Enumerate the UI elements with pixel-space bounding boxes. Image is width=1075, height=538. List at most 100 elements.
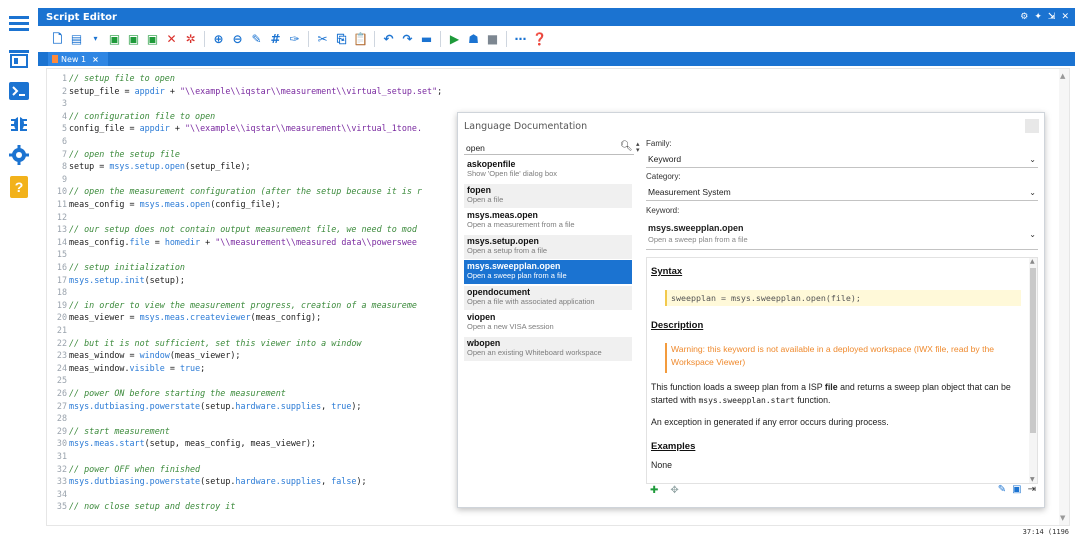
keyword-list-item[interactable]: fopen Open a file [464,183,632,208]
documentation-content: Syntax sweepplan = msys.sweepplan.open(f… [646,257,1038,484]
help-icon[interactable]: ? [8,176,30,198]
code-line[interactable]: 21 [47,325,69,336]
keyword-list-item[interactable]: viopen Open a new VISA session [464,311,632,335]
keyword-list-item[interactable]: msys.setup.open Open a setup from a file [464,234,632,259]
new-file-icon[interactable]: 🗋 [50,32,65,47]
code-line[interactable]: 27 msys.dutbiasing.powerstate(setup.hardw… [47,401,362,412]
code-line[interactable]: 5 config_file = appdir + "\\example\\iqst… [47,123,422,134]
code-line[interactable]: 29// start measurement [47,426,170,437]
add-icon[interactable]: ✚ [650,485,658,496]
explorer-icon[interactable] [8,48,30,70]
run-icon[interactable]: ▶ [447,32,462,47]
code-line[interactable]: 23 meas_window = window(meas_viewer); [47,350,241,361]
code-line[interactable]: 9 [47,174,69,185]
open-file-icon[interactable]: ▤ [69,32,84,47]
dropdown-icon[interactable]: ▾ [88,32,103,47]
code-line[interactable]: 32// power OFF when finished [47,464,200,475]
save-icon[interactable]: ▣ [107,32,122,47]
code-line[interactable]: 30 msys.meas.start(setup, meas_config, me… [47,438,316,449]
code-line[interactable]: 15 [47,249,69,260]
category-select[interactable]: Measurement System ⌄ [646,187,1038,201]
edit-icon[interactable]: ✎ [249,32,264,47]
zoom-out-icon[interactable]: ⊖ [230,32,245,47]
code-line[interactable]: 8 setup = msys.setup.open(setup_file); [47,161,251,172]
keyword-select[interactable]: msys.sweepplan.open Open a sweep plan fr… [646,220,1038,250]
copy-icon[interactable]: ⎘ [334,32,349,47]
window-icon[interactable]: ▬ [419,32,434,47]
scroll-down-icon[interactable]: ▼ [1060,514,1065,522]
code-line[interactable]: 12 [47,212,69,223]
family-select[interactable]: Keyword ⌄ [646,154,1038,168]
code-line[interactable]: 2 setup_file = appdir + "\\example\\iqsta… [47,86,442,97]
keyword-list-item[interactable]: wbopen Open an existing Whiteboard worksp… [464,336,632,361]
doc-scrollbar[interactable]: ▲ ▼ [1029,258,1037,483]
scroll-up-icon[interactable]: ▲ [1030,258,1035,265]
more-icon[interactable]: ⋯ [513,32,528,47]
export-icon[interactable]: ⇥ [1028,484,1036,495]
code-line[interactable]: 7// open the setup file [47,149,180,160]
debug-icon[interactable] [8,112,30,134]
code-line[interactable]: 25 [47,375,69,386]
code-line[interactable]: 17 msys.setup.init(setup); [47,275,185,286]
scroll-down-icon[interactable]: ▼ [1030,476,1035,483]
edit-doc-icon[interactable]: ✎ [998,484,1006,495]
splitter-handle[interactable]: ▴ ▾ [636,141,640,154]
keyword-list-item[interactable]: msys.meas.open Open a measurement from a … [464,209,632,233]
code-line[interactable]: 18 [47,287,69,298]
save-doc-icon[interactable]: ▣ [1012,484,1021,495]
menu-icon[interactable] [8,12,30,34]
uncomment-icon[interactable]: ✑ [287,32,302,47]
code-line[interactable]: 20 meas_viewer = msys.meas.createviewer(m… [47,312,321,323]
code-token: meas_viewer = [69,312,140,323]
scroll-up-icon[interactable]: ▲ [1060,72,1065,80]
panel-close-button[interactable] [1025,119,1039,133]
code-line[interactable]: 28 [47,413,69,424]
code-line[interactable]: 4// configuration file to open [47,111,215,122]
keyword-list-item[interactable]: opendocument Open a file with associated … [464,285,632,310]
tab-new-1[interactable]: New 1 × [48,52,108,66]
move-icon[interactable]: ✥ [670,485,678,496]
code-line[interactable]: 3 [47,98,69,109]
settings-icon[interactable] [8,144,30,166]
code-line[interactable]: 13// our setup does not contain output m… [47,224,417,235]
code-line[interactable]: 11 meas_config = msys.meas.open(config_fi… [47,199,281,210]
code-line[interactable]: 33 msys.dutbiasing.powerstate(setup.hardw… [47,476,367,487]
keyword-list-item[interactable]: msys.sweepplan.open Open a sweep plan fro… [464,260,632,284]
code-line[interactable]: 19// in order to view the measurement pr… [47,300,417,311]
close-file-icon[interactable]: ✕ [164,32,179,47]
terminal-icon[interactable] [8,80,30,102]
undo-icon[interactable]: ↶ [381,32,396,47]
help-button-icon[interactable]: ❓ [532,32,547,47]
code-line[interactable]: 6 [47,136,69,147]
code-line[interactable]: 26// power ON before starting the measur… [47,388,286,399]
tab-close-icon[interactable]: × [92,55,99,64]
code-line[interactable]: 35// now close setup and destroy it [47,501,236,512]
maximize-icon[interactable]: ⇲ [1048,12,1056,22]
editor-scrollbar[interactable]: ▲ ▼ [1059,69,1069,525]
keyword-search-input[interactable] [464,141,634,155]
keyword-list-item[interactable]: askopenfile Show 'Open file' dialog box [464,158,632,182]
close-all-icon[interactable]: ✲ [183,32,198,47]
zoom-in-icon[interactable]: ⊕ [211,32,226,47]
debug-run-icon[interactable]: ☗ [466,32,481,47]
stop-icon[interactable]: ■ [485,32,500,47]
paste-icon[interactable]: 📋 [353,32,368,47]
code-line[interactable]: 34 [47,489,69,500]
code-line[interactable]: 16// setup initialization [47,262,185,273]
cut-icon[interactable]: ✂ [315,32,330,47]
scroll-thumb[interactable] [1030,268,1036,433]
code-line[interactable]: 22// but it is not sufficient, set this … [47,338,362,349]
code-line[interactable]: 31 [47,451,69,462]
pin-icon[interactable]: ✦ [1034,12,1042,22]
code-line[interactable]: 14 meas_config.file = homedir + "\\measur… [47,237,417,248]
code-line[interactable]: 10// open the measurement configuration … [47,186,422,197]
search-icon[interactable]: 🔍︎ [620,141,633,152]
code-line[interactable]: 1// setup file to open [47,73,175,84]
save-as-icon[interactable]: ▣ [145,32,160,47]
close-icon[interactable]: ✕ [1061,12,1069,22]
redo-icon[interactable]: ↷ [400,32,415,47]
comment-icon[interactable]: # [268,32,283,47]
save-all-icon[interactable]: ▣ [126,32,141,47]
code-line[interactable]: 24 meas_window.visible = true; [47,363,205,374]
gear-icon[interactable]: ⚙ [1020,12,1028,22]
